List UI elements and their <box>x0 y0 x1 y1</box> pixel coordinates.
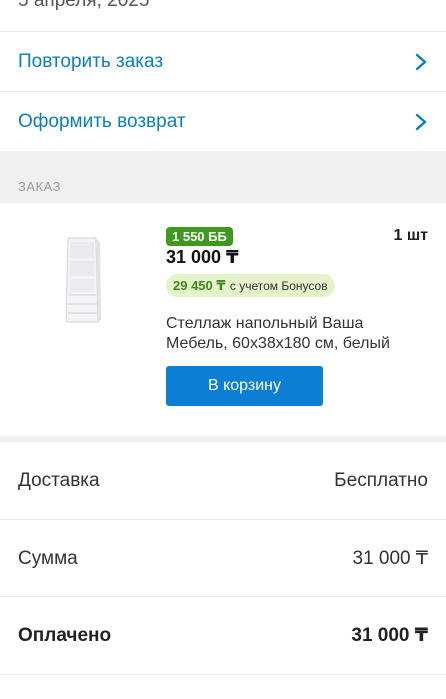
repeat-order-row[interactable]: Повторить заказ <box>0 31 446 91</box>
repeat-order-label: Повторить заказ <box>18 50 164 72</box>
order-date: 5 апреля, 2025 <box>18 0 150 11</box>
section-title: ЗАКАЗ <box>18 179 61 194</box>
delivery-value: Бесплатно <box>334 470 428 491</box>
item-quantity: 1 шт <box>393 227 428 244</box>
product-name[interactable]: Стеллаж напольный Ваша Мебель, 60x38x180… <box>166 314 416 354</box>
bonus-price-pill: 29 450 ₸ с учетом Бонусов <box>166 274 335 297</box>
bonus-points-badge: 1 550 ББ <box>166 227 233 246</box>
paid-row: Оплачено 31 000 ₸ <box>0 596 446 674</box>
return-order-label: Оформить возврат <box>18 110 186 132</box>
chevron-right-icon <box>415 113 427 130</box>
sum-row: Сумма 31 000 ₸ <box>0 519 446 597</box>
product-image[interactable] <box>58 234 106 326</box>
delivery-label: Доставка <box>18 470 100 491</box>
paid-value: 31 000 ₸ <box>351 625 428 646</box>
delivery-row: Доставка Бесплатно <box>0 442 446 520</box>
add-to-cart-button[interactable]: В корзину <box>166 366 323 406</box>
bottom-divider <box>0 674 446 675</box>
order-section-header: ЗАКАЗ <box>0 151 446 203</box>
paid-label: Оплачено <box>18 624 112 646</box>
chevron-right-icon <box>415 53 427 70</box>
order-details-page: 5 апреля, 2025 Повторить заказ Оформить … <box>0 0 446 699</box>
bonus-price-value: 29 450 ₸ <box>173 278 226 293</box>
bonus-price-note: с учетом Бонусов <box>229 279 328 293</box>
return-order-row[interactable]: Оформить возврат <box>0 91 446 151</box>
item-price: 31 000 ₸ <box>166 247 239 267</box>
sum-label: Сумма <box>18 547 78 569</box>
sum-value: 31 000 ₸ <box>352 548 428 569</box>
